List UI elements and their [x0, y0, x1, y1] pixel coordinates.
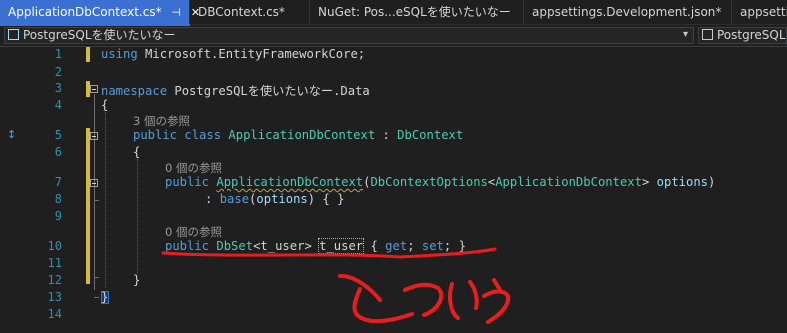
underline-stroke — [161, 247, 497, 259]
handwritten-annotation — [161, 247, 511, 324]
handwriting-stroke — [403, 282, 444, 317]
handwriting-stroke — [338, 274, 414, 324]
handwriting-stroke — [482, 278, 511, 324]
handwriting-stroke — [448, 280, 479, 320]
